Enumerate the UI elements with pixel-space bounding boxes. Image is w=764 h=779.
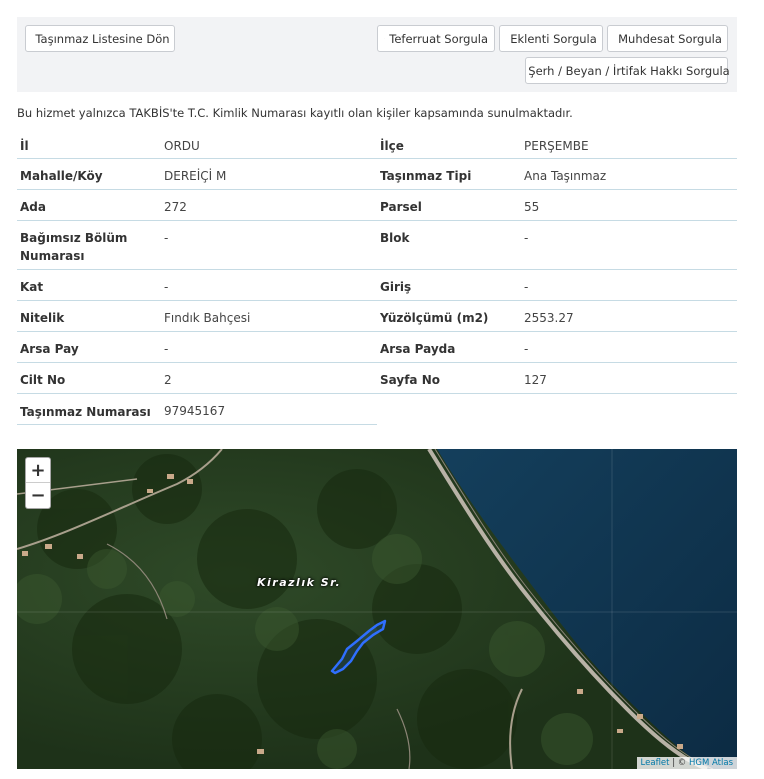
field-value: 127 — [524, 373, 547, 387]
field-arsa-payda-value-cell: - — [522, 332, 737, 363]
field-label: Mahalle/Köy — [20, 169, 103, 183]
field-blok: Blok — [377, 221, 522, 270]
field-arsa-pay: Arsa Pay — [17, 332, 162, 363]
field-cilt-no: Cilt No — [17, 363, 162, 394]
zoom-out-button[interactable]: − — [26, 483, 50, 508]
field-tasinmaz-tipi: Taşınmaz Tipi — [377, 159, 522, 190]
field-label: Giriş — [380, 280, 412, 294]
field-value: DEREİÇİ M — [164, 169, 227, 183]
field-bagimsiz-bolum: Bağımsız Bölüm Numarası — [17, 221, 162, 270]
field-value: - — [524, 342, 529, 356]
field-kat-value-cell: - — [162, 270, 377, 301]
field-yuzolcumu-value-cell: 2553.27 — [522, 301, 737, 332]
field-mahalle-value-cell: DEREİÇİ M — [162, 159, 377, 190]
field-yuzolcumu: Yüzölçümü (m2) — [377, 301, 522, 332]
map-attribution: Leaflet | © HGM Atlas — [636, 757, 737, 769]
eklenti-query-button[interactable]: Eklenti Sorgula — [499, 25, 603, 52]
field-cilt-no-value-cell: 2 — [162, 363, 377, 394]
field-label: Taşınmaz Numarası — [20, 405, 151, 419]
field-value: - — [164, 231, 169, 245]
field-tasinmaz-tipi-value-cell: Ana Taşınmaz — [522, 159, 737, 190]
field-label: Kat — [20, 280, 44, 294]
field-il-value-cell: ORDU — [162, 134, 377, 159]
leaflet-link[interactable]: Leaflet — [641, 758, 670, 768]
field-value: PERŞEMBE — [524, 139, 589, 153]
field-parsel-value-cell: 55 — [522, 190, 737, 221]
field-value: 272 — [164, 200, 187, 214]
field-label: Blok — [380, 231, 410, 245]
muhdesat-button-label: Muhdesat Sorgula — [618, 31, 722, 46]
field-nitelik: Nitelik — [17, 301, 162, 332]
field-value: Fındık Bahçesi — [164, 311, 251, 325]
place-label: Kirazlık Sr. — [257, 576, 342, 589]
back-to-list-button[interactable]: Taşınmaz Listesine Dön — [25, 25, 175, 52]
field-ada-value-cell: 272 — [162, 190, 377, 221]
satellite-imagery — [17, 449, 737, 769]
field-kat: Kat — [17, 270, 162, 301]
muhdesat-query-button[interactable]: Muhdesat Sorgula — [607, 25, 728, 52]
field-label: Arsa Pay — [20, 342, 79, 356]
field-label: Yüzölçümü (m2) — [380, 311, 489, 325]
field-ilce: İlçe — [377, 134, 522, 159]
field-label-line2: Numarası — [20, 249, 85, 263]
back-button-label: Taşınmaz Listesine Dön — [35, 31, 170, 46]
field-parsel: Parsel — [377, 190, 522, 221]
serh-beyan-query-button[interactable]: Şerh / Beyan / İrtifak Hakkı Sorgula — [525, 57, 730, 84]
field-blok-value-cell: - — [522, 221, 737, 270]
field-label: Taşınmaz Tipi — [380, 169, 472, 183]
field-value: ORDU — [164, 139, 200, 153]
field-sayfa-no-value-cell: 127 — [522, 363, 737, 394]
field-giris: Giriş — [377, 270, 522, 301]
field-mahalle: Mahalle/Köy — [17, 159, 162, 190]
field-label: Cilt No — [20, 373, 66, 387]
zoom-in-button[interactable]: + — [26, 458, 50, 483]
field-bagimsiz-bolum-value-cell: - — [162, 221, 377, 270]
teferruat-button-label: Teferruat Sorgula — [389, 31, 488, 46]
field-value: 97945167 — [164, 404, 226, 418]
parcel-map[interactable]: Kirazlık Sr. + − Leaflet | © HGM Atlas — [17, 449, 737, 769]
field-label: İl — [20, 139, 29, 153]
teferruat-query-button[interactable]: Teferruat Sorgula — [377, 25, 495, 52]
field-tasinmaz-numarasi-value-cell: 97945167 — [162, 394, 377, 425]
field-label: Nitelik — [20, 311, 65, 325]
field-tasinmaz-numarasi: Taşınmaz Numarası — [17, 394, 162, 425]
field-nitelik-value-cell: Fındık Bahçesi — [162, 301, 377, 332]
field-label: Ada — [20, 200, 46, 214]
field-il: İl — [17, 134, 162, 159]
field-label: Sayfa No — [380, 373, 440, 387]
field-value: - — [164, 342, 169, 356]
eklenti-button-label: Eklenti Sorgula — [510, 31, 597, 46]
field-arsa-payda: Arsa Payda — [377, 332, 522, 363]
attribution-separator: | © — [669, 758, 689, 768]
field-value: - — [164, 280, 169, 294]
field-arsa-pay-value-cell: - — [162, 332, 377, 363]
field-label: Parsel — [380, 200, 422, 214]
action-toolbar: Taşınmaz Listesine Dön Teferruat Sorgula… — [17, 17, 737, 92]
service-notice: Bu hizmet yalnızca TAKBİS'te T.C. Kimlik… — [17, 106, 573, 120]
field-value: - — [524, 280, 529, 294]
field-label: Arsa Payda — [380, 342, 456, 356]
field-ilce-value-cell: PERŞEMBE — [522, 134, 737, 159]
field-value: 2 — [164, 373, 172, 387]
field-value: 2553.27 — [524, 311, 574, 325]
field-value: Ana Taşınmaz — [524, 169, 607, 183]
zoom-control: + − — [25, 457, 51, 509]
serh-button-label: Şerh / Beyan / İrtifak Hakkı Sorgula — [528, 63, 730, 78]
field-sayfa-no: Sayfa No — [377, 363, 522, 394]
field-value: - — [524, 231, 529, 245]
field-ada: Ada — [17, 190, 162, 221]
field-giris-value-cell: - — [522, 270, 737, 301]
hgm-atlas-link[interactable]: HGM Atlas — [689, 758, 733, 768]
field-value: 55 — [524, 200, 540, 214]
field-label: İlçe — [380, 139, 404, 153]
field-label-line1: Bağımsız Bölüm — [20, 231, 128, 245]
